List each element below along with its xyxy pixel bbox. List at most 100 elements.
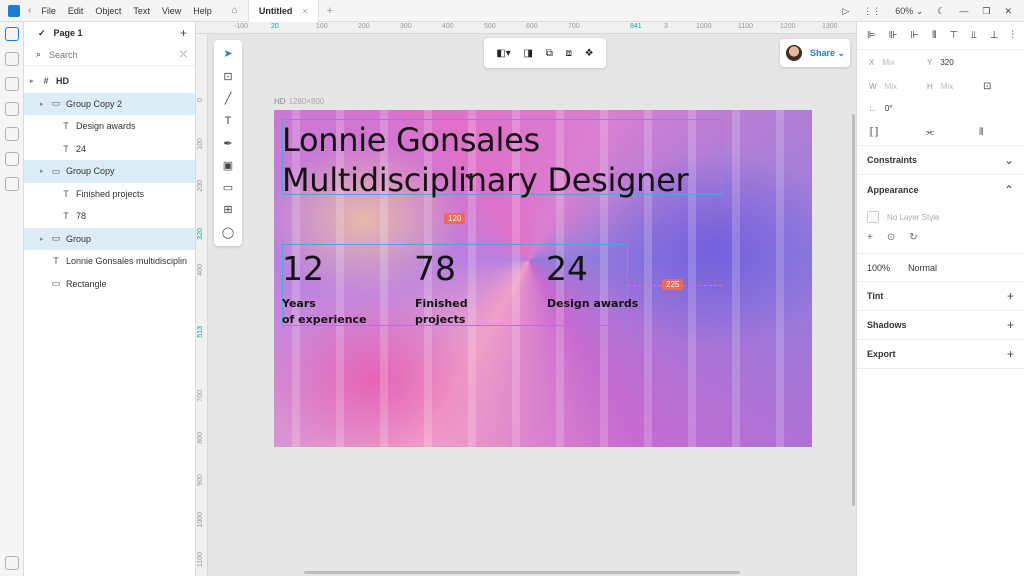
align-middle-icon[interactable]: ⫫: [971, 30, 977, 41]
plugins-icon[interactable]: [5, 152, 19, 166]
layer-row[interactable]: ▸ # HD: [24, 70, 195, 93]
chevron-up-icon[interactable]: ⌃: [1004, 183, 1014, 197]
align-right-icon[interactable]: ⊩: [910, 30, 919, 41]
menu-file[interactable]: File: [41, 6, 56, 16]
close-window-icon[interactable]: ✕: [1004, 6, 1012, 17]
library-icon[interactable]: [5, 102, 19, 116]
reset-style-icon[interactable]: ↻: [909, 232, 917, 243]
page-selector[interactable]: ✓ Page 1 +: [24, 22, 195, 44]
x-field[interactable]: X Mix: [869, 58, 895, 67]
stat-number[interactable]: 24: [546, 249, 588, 288]
align-bottom-icon[interactable]: ⊥: [990, 30, 999, 41]
menu-help[interactable]: Help: [193, 6, 212, 16]
layer-search-input[interactable]: [49, 49, 160, 60]
play-icon[interactable]: ▷: [842, 6, 849, 17]
expand-chevron-icon[interactable]: ▸: [40, 100, 50, 108]
export-section[interactable]: Export +: [857, 340, 1024, 369]
stat-label[interactable]: Finished projects: [415, 296, 468, 328]
layer-row[interactable]: T Finished projects: [24, 183, 195, 206]
add-style-icon[interactable]: +: [867, 232, 873, 243]
shadows-section[interactable]: Shadows +: [857, 311, 1024, 340]
vertical-scrollbar[interactable]: [852, 114, 855, 506]
rotation-field[interactable]: ∟ 0°: [869, 104, 893, 113]
add-export-icon[interactable]: +: [1007, 347, 1014, 361]
layer-row[interactable]: T Design awards: [24, 115, 195, 138]
dark-mode-icon[interactable]: ☾: [937, 6, 945, 17]
blend-mode-select[interactable]: Normal: [908, 263, 937, 273]
align-distribute-icon[interactable]: ⫶: [1011, 30, 1014, 41]
lock-ratio-icon[interactable]: ⊡: [983, 81, 991, 92]
components-icon[interactable]: [5, 52, 19, 66]
menu-edit[interactable]: Edit: [68, 6, 84, 16]
add-page-icon[interactable]: +: [180, 26, 187, 40]
boolean-op-icon[interactable]: ◧▾: [496, 48, 510, 59]
tint-section[interactable]: Tint +: [857, 282, 1024, 311]
stat-label[interactable]: Years of experience: [282, 296, 367, 328]
layer-row[interactable]: T 78: [24, 205, 195, 228]
flip-horizontal-icon[interactable]: ⟦⟧: [869, 127, 879, 138]
w-field[interactable]: W Mix: [869, 82, 897, 91]
align-left-icon[interactable]: ⊫: [867, 30, 876, 41]
layers-icon[interactable]: [5, 27, 19, 41]
menu-view[interactable]: View: [162, 6, 181, 16]
flip-vertical-icon[interactable]: ⫘: [925, 127, 934, 138]
hero-title[interactable]: Lonnie Gonsales Multidisciplinary Design…: [282, 120, 689, 200]
constraints-section[interactable]: Constraints ⌄: [857, 146, 1024, 175]
layer-row[interactable]: ▭ Rectangle: [24, 273, 195, 296]
opacity-value[interactable]: 100%: [867, 263, 890, 273]
frame-label[interactable]: HD 1280×800: [274, 97, 324, 106]
align-stretch-icon[interactable]: ⫴: [932, 30, 936, 41]
expand-chevron-icon[interactable]: ▸: [40, 235, 50, 243]
y-field[interactable]: Y 320: [927, 58, 954, 67]
check-style-icon[interactable]: ⊙: [887, 232, 895, 243]
home-icon[interactable]: ⌂: [232, 5, 238, 16]
add-shadow-icon[interactable]: +: [1007, 318, 1014, 332]
add-tint-icon[interactable]: +: [1007, 289, 1014, 303]
layer-row[interactable]: ▸ ▭ Group Copy 2: [24, 92, 195, 115]
layer-row[interactable]: ▸ ▭ Group Copy: [24, 160, 195, 183]
artboard-hd[interactable]: Lonnie Gonsales Multidisciplinary Design…: [274, 110, 812, 447]
comment-tool-icon[interactable]: ◯: [221, 226, 235, 240]
chevron-down-icon[interactable]: ⌄: [1004, 153, 1014, 167]
assets-icon[interactable]: [5, 127, 19, 141]
keyboard-icon[interactable]: [5, 556, 19, 570]
stat-label[interactable]: Design awards: [547, 296, 638, 312]
text-tool-icon[interactable]: T: [221, 114, 235, 128]
crop-icon[interactable]: ⧉: [546, 48, 553, 59]
styles-icon[interactable]: [5, 77, 19, 91]
align-center-icon[interactable]: ⊪: [889, 30, 898, 41]
collapse-all-icon[interactable]: ⤫: [180, 49, 187, 60]
expand-chevron-icon[interactable]: ▸: [30, 77, 40, 85]
minimize-icon[interactable]: —: [959, 6, 968, 16]
select-tool-icon[interactable]: ➤: [221, 47, 235, 61]
align-top-icon[interactable]: ⊤: [949, 30, 958, 41]
inspect-icon[interactable]: [5, 177, 19, 191]
tab-close-icon[interactable]: ×: [302, 6, 307, 16]
restore-icon[interactable]: ❐: [982, 6, 990, 17]
horizontal-scrollbar[interactable]: [304, 571, 740, 574]
stat-number[interactable]: 78: [414, 249, 456, 288]
layer-row[interactable]: ▸ ▭ Group: [24, 227, 195, 250]
share-button[interactable]: Share ⌄: [810, 48, 845, 59]
layer-style-select[interactable]: No Layer Style: [867, 208, 1014, 226]
avatar[interactable]: [786, 45, 802, 61]
expand-chevron-icon[interactable]: ▸: [40, 167, 50, 175]
image-tool-icon[interactable]: ▣: [221, 159, 235, 173]
mask-icon[interactable]: ◨: [524, 48, 533, 59]
zoom-dropdown[interactable]: 60% ⌄: [895, 6, 923, 17]
layer-row[interactable]: T Lonnie Gonsales multidisciplin: [24, 250, 195, 273]
h-field[interactable]: H Mix: [927, 82, 953, 91]
component-icon[interactable]: ❖: [585, 48, 594, 59]
appearance-section[interactable]: Appearance ⌃: [857, 175, 1024, 204]
menu-text[interactable]: Text: [133, 6, 150, 16]
document-tab[interactable]: Untitled ×: [247, 0, 319, 22]
grid-menu-icon[interactable]: ⋮⋮: [863, 6, 881, 17]
components-tool-icon[interactable]: ⊞: [221, 203, 235, 217]
new-tab-icon[interactable]: +: [327, 5, 333, 17]
app-logo-icon[interactable]: [8, 4, 20, 17]
pen-tool-icon[interactable]: ✒: [221, 137, 235, 151]
frame-tool-icon[interactable]: ⊡: [221, 70, 235, 84]
back-chevron-icon[interactable]: ‹: [28, 5, 31, 16]
canvas[interactable]: ➤ ⊡ ╱ T ✒ ▣ ▭ ⊞ ◯ ◧▾ ◨ ⧉ ⧈ ❖ Share ⌄ HD 1…: [208, 34, 856, 576]
symbol-tool-icon[interactable]: ▭: [221, 181, 235, 195]
